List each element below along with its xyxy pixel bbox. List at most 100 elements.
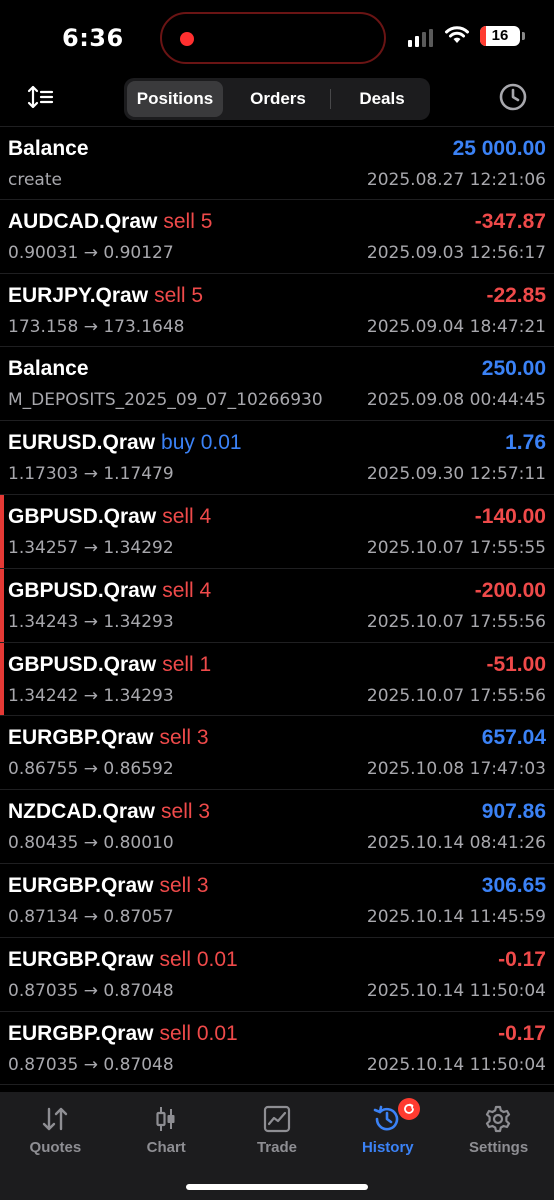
toolbar: Positions Orders Deals [0, 74, 554, 122]
deal-side: sell 5 [163, 209, 213, 233]
deal-title: Balance [8, 357, 89, 381]
deal-detail: 0.87035 → 0.87048 [8, 980, 174, 1001]
deal-side: sell 0.01 [159, 947, 238, 971]
deal-title: EURGBP.Qraw sell 0.01 [8, 948, 238, 972]
highlight-marker [0, 568, 4, 642]
deal-title: GBPUSD.Qraw sell 4 [8, 579, 211, 603]
battery-nub [522, 32, 525, 40]
deal-row[interactable]: NZDCAD.Qraw sell 3 907.86 0.80435 → 0.80010… [0, 790, 554, 864]
tab-deals[interactable]: Deals [334, 81, 430, 117]
deal-row[interactable]: EURGBP.Qraw sell 3 657.04 0.86755 → 0.86592… [0, 716, 554, 791]
deal-date: 2025.09.08 00:44:45 [366, 390, 546, 411]
tab-trade-label: Trade [256, 1139, 297, 1156]
deal-symbol: NZDCAD.Qraw [8, 800, 156, 824]
trade-chart-icon [263, 1105, 290, 1133]
deal-date: 2025.10.07 17:55:55 [366, 537, 546, 558]
deal-row[interactable]: EURJPY.Qraw sell 5 -22.85 173.158 → 173.164… [0, 274, 554, 348]
deal-detail: 1.17303 → 1.17479 [8, 464, 174, 485]
deal-title: EURGBP.Qraw sell 3 [8, 726, 209, 750]
deal-profit: -347.87 [474, 209, 546, 233]
tab-chart[interactable]: Chart [111, 1092, 222, 1168]
deal-date: 2025.10.07 17:55:56 [366, 685, 546, 706]
segment-divider [330, 89, 331, 109]
segmented-control: Positions Orders Deals [124, 78, 430, 120]
deal-profit: 1.76 [505, 431, 546, 455]
deal-title: EURGBP.Qraw sell 0.01 [8, 1022, 238, 1046]
home-indicator [186, 1184, 368, 1190]
deal-profit: -51.00 [486, 652, 546, 676]
deal-symbol: Balance [8, 137, 89, 160]
deal-side: buy 0.01 [161, 431, 242, 455]
tab-quotes-label: Quotes [29, 1139, 82, 1156]
deal-title: GBPUSD.Qraw sell 4 [8, 505, 211, 529]
deal-detail: M_DEPOSITS_2025_09_07_10266930 [8, 390, 323, 411]
deal-symbol: EURGBP.Qraw [8, 947, 154, 971]
deal-date: 2025.10.07 17:55:56 [366, 611, 546, 632]
deal-detail: 0.87134 → 0.87057 [8, 906, 174, 927]
deal-profit: -0.17 [498, 947, 546, 971]
tab-settings[interactable]: Settings [443, 1092, 554, 1168]
deal-title: GBPUSD.Qraw sell 1 [8, 653, 211, 677]
deal-detail: 0.86755 → 0.86592 [8, 759, 174, 780]
deal-row[interactable]: GBPUSD.Qraw sell 4 -140.00 1.34257 → 1.3429… [0, 494, 554, 569]
tab-chart-label: Chart [146, 1139, 186, 1156]
refresh-icon [404, 1103, 415, 1114]
deal-title: AUDCAD.Qraw sell 5 [8, 210, 212, 234]
deal-title: NZDCAD.Qraw sell 3 [8, 800, 210, 824]
deal-date: 2025.10.08 17:47:03 [366, 759, 546, 780]
deal-detail: create [8, 170, 62, 190]
deal-row[interactable]: Balance 25 000.00 create 2025.08.27 12:21:0… [0, 126, 554, 200]
tab-orders[interactable]: Orders [226, 81, 330, 117]
quotes-arrows-icon [42, 1107, 68, 1131]
deal-symbol: GBPUSD.Qraw [8, 652, 157, 676]
deal-symbol: GBPUSD.Qraw [8, 504, 157, 528]
deal-date: 2025.10.14 11:45:59 [366, 906, 546, 927]
refresh-badge [398, 1098, 421, 1120]
deal-row[interactable]: EURGBP.Qraw sell 0.01 -0.17 0.87035 → 0.870… [0, 1012, 554, 1086]
tab-settings-label: Settings [468, 1139, 529, 1156]
deal-row[interactable]: GBPUSD.Qraw sell 4 -200.00 1.34243 → 1.3429… [0, 568, 554, 643]
recording-dot-icon [180, 32, 194, 46]
deal-title: EURUSD.Qraw buy 0.01 [8, 431, 242, 455]
deal-row[interactable]: AUDCAD.Qraw sell 5 -347.87 0.90031 → 0.9012… [0, 200, 554, 274]
deal-symbol: AUDCAD.Qraw [8, 209, 158, 233]
tab-quotes[interactable]: Quotes [0, 1092, 111, 1168]
deal-row[interactable]: EURGBP.Qraw sell 3 306.65 0.87134 → 0.87057… [0, 864, 554, 938]
deal-side: sell 3 [159, 873, 209, 897]
deal-row[interactable]: Balance 250.00 M_DEPOSITS_2025_09_07_10266… [0, 347, 554, 422]
deal-row[interactable]: GBPUSD.Qraw sell 1 -51.00 1.34242 → 1.34293… [0, 642, 554, 717]
deal-profit: -22.85 [486, 283, 546, 307]
tab-positions[interactable]: Positions [127, 81, 223, 117]
deal-side: sell 4 [162, 504, 212, 528]
deal-symbol: GBPUSD.Qraw [8, 578, 157, 602]
deal-symbol: Balance [8, 357, 89, 381]
cellular-signal-icon [408, 29, 433, 47]
dynamic-island[interactable] [160, 12, 386, 64]
deal-side: sell 5 [154, 283, 204, 307]
deal-symbol: EURGBP.Qraw [8, 1021, 154, 1045]
deal-symbol: EURJPY.Qraw [8, 283, 149, 307]
deal-profit: 250.00 [481, 357, 546, 381]
status-time: 6:36 [62, 24, 124, 52]
deal-profit: -0.17 [498, 1021, 546, 1045]
wifi-icon [445, 26, 469, 43]
deal-detail: 1.34243 → 1.34293 [8, 611, 174, 632]
deal-row[interactable]: EURUSD.Qraw buy 0.01 1.76 1.17303 → 1.17479… [0, 421, 554, 495]
deal-symbol: EURGBP.Qraw [8, 873, 154, 897]
deal-symbol: EURUSD.Qraw [8, 431, 156, 455]
highlight-marker [0, 642, 4, 716]
deal-detail: 173.158 → 173.1648 [8, 316, 185, 337]
tab-history[interactable]: History [332, 1092, 443, 1168]
battery-level: 16 [491, 27, 509, 44]
clock-icon[interactable] [498, 82, 528, 112]
deal-row[interactable]: EURGBP.Qraw sell 0.01 -0.17 0.87035 → 0.870… [0, 938, 554, 1012]
tab-history-label: History [361, 1139, 414, 1156]
deal-date: 2025.09.30 12:57:11 [366, 464, 546, 485]
deal-detail: 0.80435 → 0.80010 [8, 833, 174, 854]
deal-date: 2025.10.14 11:50:04 [366, 1054, 546, 1075]
deal-symbol: EURGBP.Qraw [8, 726, 154, 750]
deal-title: EURGBP.Qraw sell 3 [8, 874, 209, 898]
tab-trade[interactable]: Trade [222, 1092, 333, 1168]
sort-icon[interactable] [26, 84, 54, 110]
deal-profit: -140.00 [474, 504, 546, 528]
